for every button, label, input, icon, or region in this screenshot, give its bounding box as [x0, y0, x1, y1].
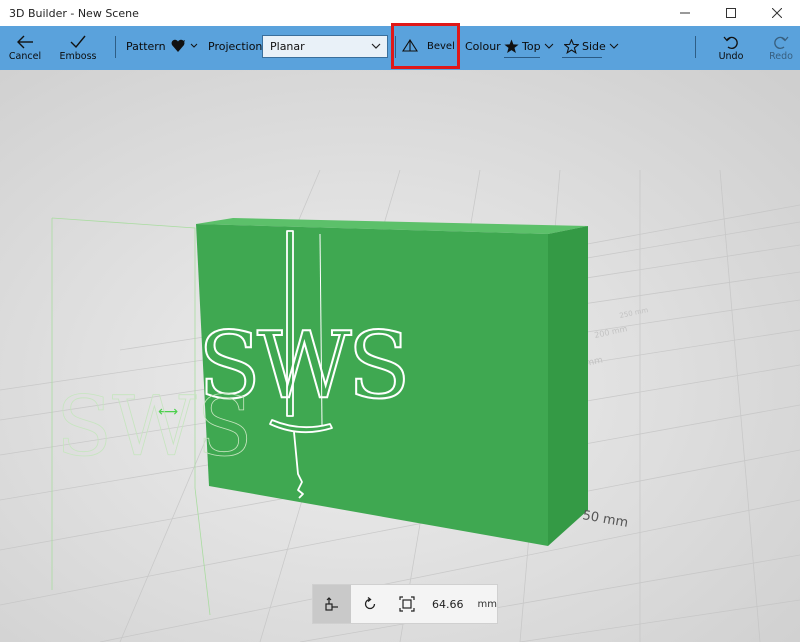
undo-label: Undo — [718, 51, 744, 62]
transform-toolbar: 64.66 mm — [312, 584, 498, 624]
projection-label: Projection — [208, 39, 263, 53]
undo-icon — [723, 36, 738, 50]
star-outline-icon — [564, 38, 579, 54]
emboss-button[interactable]: Emboss — [58, 26, 98, 70]
top-colour-button[interactable]: Top — [504, 26, 554, 66]
maximize-icon — [726, 8, 736, 18]
chevron-down-icon — [190, 43, 197, 48]
top-label: Top — [522, 39, 541, 53]
side-colour-underline — [562, 57, 602, 58]
checkmark-icon — [70, 35, 86, 49]
minimize-button[interactable] — [662, 0, 708, 26]
back-arrow-icon — [17, 35, 33, 49]
scene-canvas: mm 200 mm 250 mm ⟷ SWS SWS 50 mm — [0, 70, 800, 642]
box-side-face — [548, 226, 588, 546]
scale-icon — [399, 596, 415, 612]
chevron-down-icon — [371, 43, 381, 49]
redo-label: Redo — [769, 51, 793, 62]
toolbar-divider — [695, 36, 696, 58]
ghost-text: SWS — [56, 380, 253, 475]
close-icon — [772, 8, 782, 18]
scale-mode-button[interactable] — [388, 585, 426, 623]
size-unit: mm — [477, 598, 497, 610]
move-icon — [325, 597, 338, 611]
top-colour-underline — [504, 57, 540, 58]
cancel-button[interactable]: Cancel — [6, 26, 44, 70]
window-title: 3D Builder - New Scene — [9, 6, 139, 20]
close-button[interactable] — [754, 0, 800, 26]
toolbar-divider — [115, 36, 116, 58]
bevel-highlight-box — [391, 23, 460, 69]
redo-button[interactable]: Redo — [764, 26, 798, 70]
projection-value: Planar — [270, 40, 305, 53]
redo-icon — [774, 36, 789, 50]
rotate-mode-button[interactable] — [351, 585, 389, 623]
size-value-input[interactable]: 64.66 — [432, 598, 464, 611]
side-colour-button[interactable]: Side — [564, 26, 619, 66]
emboss-label: Emboss — [59, 51, 97, 62]
pattern-label: Pattern — [126, 39, 166, 53]
chevron-down-icon — [609, 43, 619, 49]
star-filled-icon — [504, 39, 519, 53]
colour-label: Colour — [465, 39, 501, 53]
undo-button[interactable]: Undo — [712, 26, 750, 70]
pattern-heart-icon — [171, 39, 185, 52]
move-mode-button[interactable] — [313, 585, 351, 623]
maximize-button[interactable] — [708, 0, 754, 26]
projection-dropdown[interactable]: Planar — [262, 35, 388, 58]
pattern-button[interactable]: Pattern — [126, 26, 198, 66]
3d-viewport[interactable]: mm 200 mm 250 mm ⟷ SWS SWS 50 mm — [0, 70, 800, 642]
side-label: Side — [582, 39, 606, 53]
minimize-icon — [680, 12, 690, 14]
cancel-label: Cancel — [8, 51, 42, 62]
rotate-icon — [364, 596, 375, 610]
chevron-down-icon — [544, 43, 553, 49]
